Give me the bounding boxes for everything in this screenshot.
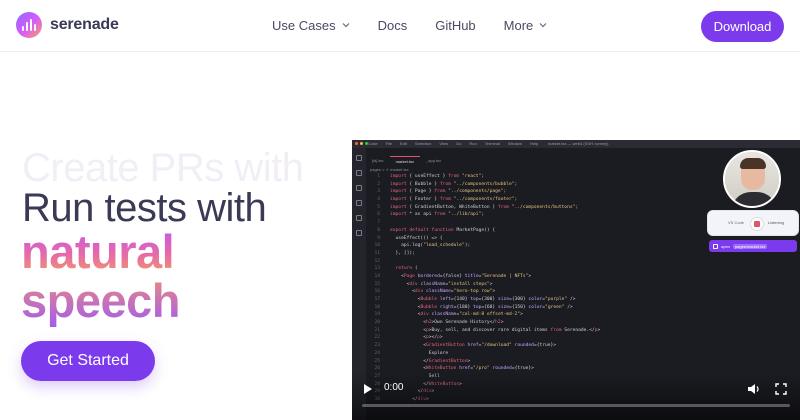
editor-tab-active: market.tsx — [389, 156, 421, 165]
brand-logo[interactable]: serenade — [16, 12, 119, 38]
record-icon — [750, 217, 764, 231]
editor-window-title: market.tsx — web3 (SSH: tommy) — [548, 141, 609, 146]
editor-menu-item: Terminal — [484, 141, 500, 146]
code-line: 18 <Bubble right={180} top={60} size={15… — [374, 304, 573, 310]
get-started-button[interactable]: Get Started — [21, 341, 155, 381]
nav-item-more[interactable]: More — [504, 18, 548, 33]
hero-heading-line-2: natural — [21, 225, 175, 278]
editor-menu-item: Help — [530, 141, 539, 146]
editor-breadcrumb: pages > ⚛ market.tsx — [370, 167, 409, 172]
nav-item-label: GitHub — [435, 18, 476, 33]
main-menu: Use Cases Docs GitHub More — [272, 18, 547, 33]
nav-item-github[interactable]: GitHub — [435, 18, 475, 33]
editor-menu-item: Selection — [414, 141, 432, 146]
hero-rotating-text: Create PRs with — [22, 146, 304, 190]
voice-command-path: pages/market.tsx — [732, 243, 768, 249]
volume-icon[interactable] — [747, 383, 761, 395]
editor-menu-item: Run — [469, 141, 477, 146]
check-icon — [713, 243, 718, 249]
code-line: 15 <div className="install steps"> — [374, 281, 493, 287]
chevron-down-icon — [342, 22, 350, 27]
play-icon[interactable] — [364, 384, 372, 394]
editor-titlebar: Code File Edit Selection View Go Run Ter… — [352, 140, 800, 148]
nav-item-label: More — [503, 18, 534, 33]
code-line: 17 <Bubble left={140} top={300} size={30… — [374, 297, 576, 302]
search-icon — [356, 170, 362, 176]
code-line: 19 <div className="col-md-8 offset-md-2"… — [374, 312, 523, 318]
download-button[interactable]: Download — [701, 11, 784, 42]
overlay-status: Listening — [768, 220, 785, 225]
nav-item-label: Use Cases — [272, 18, 336, 33]
editor-code: 1 import { useEffect } from "react"; 2 impo… — [366, 173, 796, 404]
code-line: 20 <h2>Own Serenade History</h2> — [374, 320, 504, 326]
files-icon — [356, 155, 362, 161]
voice-command-prefix: open — [721, 243, 730, 249]
extensions-icon — [356, 230, 362, 236]
editor-menu-item: View — [439, 141, 448, 146]
source-control-icon — [356, 185, 362, 191]
nav-item-label: Docs — [377, 18, 408, 33]
window-controls — [355, 142, 368, 145]
webcam-bubble — [723, 150, 781, 208]
editor-menu: Code File Edit Selection View Go Run Ter… — [368, 141, 538, 146]
overlay-mode: VS Code — [728, 220, 745, 225]
editor-menu-item: Go — [456, 141, 462, 146]
editor-menu-item: File — [385, 141, 393, 146]
code-line: 24 Explore — [374, 350, 449, 356]
code-line: 13 return ( — [374, 266, 418, 272]
hero-heading-line-3: speech — [21, 274, 180, 327]
editor-menu-item: Edit — [400, 141, 407, 146]
debug-icon — [356, 200, 362, 206]
code-line: 14 <Page bordered={false} title="Serenad… — [374, 273, 532, 279]
nav-item-use-cases[interactable]: Use Cases — [272, 18, 350, 33]
serenade-overlay: VS Code Listening — [707, 210, 799, 236]
editor-app-name: Code — [368, 141, 378, 146]
editor-menu-item: Window — [507, 141, 523, 146]
code-line: 21 <p>Buy, sell, and discover rare digit… — [374, 327, 601, 333]
code-line: 25 </GradientButton> — [374, 358, 471, 364]
editor-tab: [id].tsx — [372, 158, 384, 163]
video-progress-bar[interactable] — [362, 404, 790, 407]
voice-command: open pages/market.tsx — [709, 240, 797, 252]
editor-tabs: [id].tsx market.tsx _app.tsx — [366, 156, 447, 165]
top-nav: serenade Use Cases Docs GitHub More Down… — [0, 0, 800, 52]
nav-item-docs[interactable]: Docs — [378, 18, 408, 33]
video-time: 0:00 — [384, 382, 404, 393]
code-line: 23 <GradientButton href="/download" roun… — [374, 343, 557, 349]
code-line: 16 <div className="hero-top row"> — [374, 289, 496, 295]
brand-name: serenade — [50, 16, 119, 33]
remote-icon — [356, 215, 362, 221]
video-controls — [352, 372, 800, 420]
logo-icon — [16, 12, 42, 38]
chevron-down-icon — [539, 22, 547, 27]
editor-tab: _app.tsx — [426, 158, 442, 163]
code-line: 12 — [374, 258, 380, 264]
code-line: 22 <p></p> — [374, 335, 443, 341]
fullscreen-icon[interactable] — [775, 383, 787, 395]
